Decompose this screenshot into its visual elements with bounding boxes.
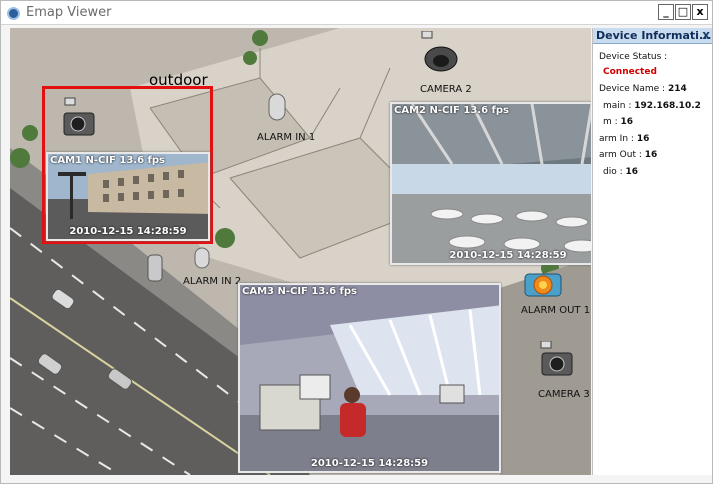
device-alarm-out-value: 16	[644, 150, 658, 160]
panel-header: Device Informati... x	[593, 28, 712, 44]
cam1-title: CAM1 N-CIF 13.6 fps	[50, 155, 165, 166]
alarm-in-1-label: ALARM IN 1	[257, 132, 316, 143]
cam1-timestamp: 2010-12-15 14:28:59	[69, 226, 187, 237]
device-name-label: Device Name :	[599, 84, 666, 94]
device-audio-label: dio :	[603, 167, 623, 177]
device-alarm-in-value: 16	[636, 134, 650, 144]
app-icon	[7, 7, 20, 20]
alarm-in-2-label: ALARM IN 2	[183, 276, 242, 287]
maximize-button[interactable]: □	[675, 4, 691, 20]
window-controls: _ □ x	[658, 4, 708, 20]
device-audio-value: 16	[625, 167, 639, 177]
device-information-panel: Device Informati... x Device Status : Co…	[592, 28, 712, 475]
cam2-timestamp: 2010-12-15 14:28:59	[449, 250, 567, 261]
camera-3-icon[interactable]	[538, 341, 578, 381]
camera-2-label: CAMERA 2	[420, 84, 472, 95]
cam2-video-window[interactable]: CAM2 N-CIF 13.6 fps 2010-12-15 14:28:59	[390, 102, 591, 265]
cam3-video-window[interactable]: CAM3 N-CIF 13.6 fps 2010-12-15 14:28:59	[238, 283, 501, 473]
cam3-video-feed	[240, 285, 499, 471]
window-title: Emap Viewer	[26, 5, 112, 20]
device-status-value: Connected	[603, 67, 657, 77]
device-cam-value: 16	[620, 117, 634, 127]
device-cam-label: m :	[603, 117, 618, 127]
cam2-title: CAM2 N-CIF 13.6 fps	[394, 105, 509, 116]
device-alarm-in-row: arm In : 16	[599, 134, 649, 144]
device-domain-row: main : 192.168.10.2	[603, 101, 701, 111]
device-domain-label: main :	[603, 101, 632, 111]
device-audio-row: dio : 16	[603, 167, 638, 177]
panel-close-icon[interactable]: x	[702, 28, 710, 42]
close-button[interactable]: x	[692, 4, 708, 20]
cam3-timestamp: 2010-12-15 14:28:59	[310, 458, 429, 469]
title-bar: Emap Viewer _ □ x	[1, 1, 712, 25]
device-alarm-out-row: arm Out : 16	[599, 150, 657, 160]
device-name-row: Device Name : 214	[599, 84, 687, 94]
emap-viewer-window: Emap Viewer _ □ x outdoor CAMERA 2 ALARM…	[0, 0, 713, 484]
alarm-out-1-label: ALARM OUT 1	[521, 305, 591, 316]
camera-3-label: CAMERA 3	[538, 389, 590, 400]
cam2-video-feed	[392, 104, 591, 263]
panel-title: Device Informati...	[596, 29, 712, 42]
device-alarm-out-label: arm Out :	[599, 150, 642, 160]
device-alarm-in-label: arm In :	[599, 134, 634, 144]
camera-2-icon[interactable]	[419, 31, 463, 77]
emap-canvas[interactable]: outdoor CAMERA 2 ALARM IN 1 ALARM IN 2 A…	[10, 28, 591, 475]
device-status-label: Device Status :	[599, 52, 668, 62]
device-cam-row: m : 16	[603, 117, 633, 127]
device-domain-value: 192.168.10.2	[634, 101, 701, 111]
cam1-video-window[interactable]: CAM1 N-CIF 13.6 fps 2010-12-15 14:28:59	[46, 152, 210, 241]
alarm-in-2-icon[interactable]	[193, 246, 211, 270]
minimize-button[interactable]: _	[658, 4, 674, 20]
device-name-value: 214	[667, 84, 687, 94]
cam3-title: CAM3 N-CIF 13.6 fps	[242, 286, 357, 297]
alarm-out-1-icon[interactable]	[523, 268, 563, 302]
alarm-in-1-icon[interactable]	[267, 92, 287, 122]
